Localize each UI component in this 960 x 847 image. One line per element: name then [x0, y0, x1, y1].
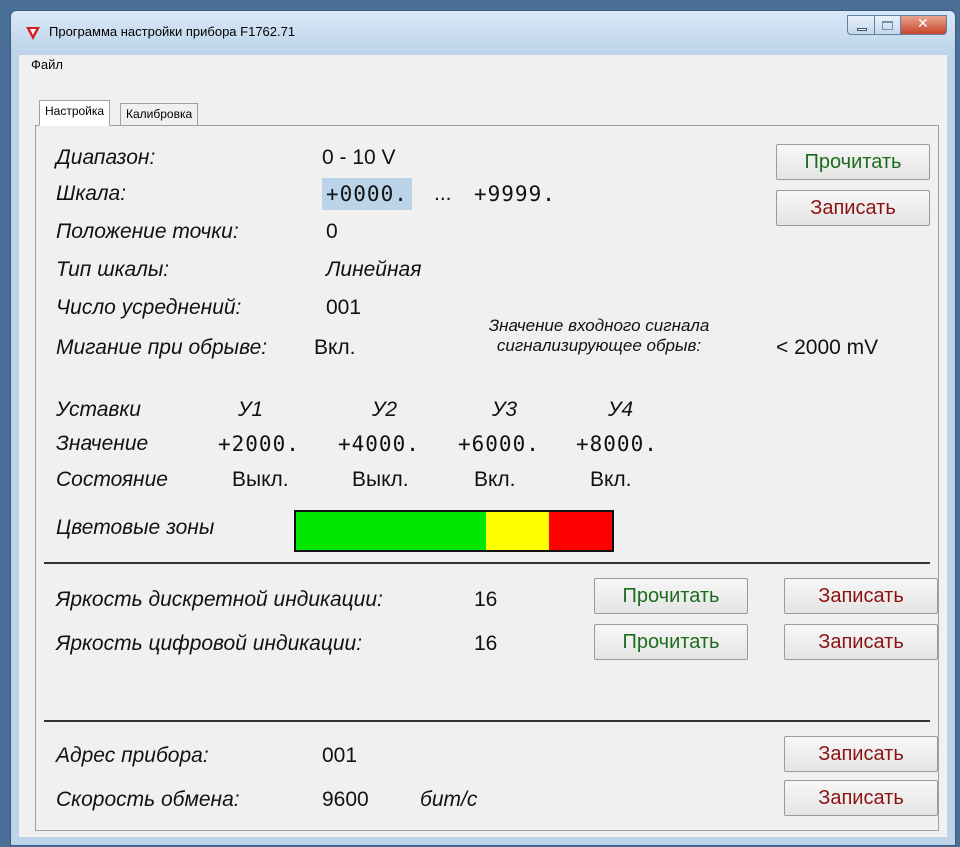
write-discrete-brightness-button[interactable]: Записать	[784, 578, 938, 614]
color-zones-bar[interactable]	[294, 510, 614, 552]
client-area: Файл Настройка Калибровка Диапазон: 0 - …	[19, 55, 947, 837]
maximize-icon	[882, 21, 893, 30]
divider	[44, 720, 930, 722]
range-value: 0 - 10 V	[322, 146, 396, 169]
color-zone-1	[296, 512, 486, 550]
title-bar[interactable]: Программа настройки прибора F1762.71 ✕	[11, 11, 955, 55]
scale-type-label: Тип шкалы:	[56, 258, 170, 281]
setpoint-name: У1	[238, 398, 264, 421]
blink-value[interactable]: Вкл.	[314, 336, 356, 360]
setpoint-value[interactable]: +2000.	[218, 432, 300, 456]
baud-rate-label: Скорость обмена:	[56, 788, 240, 811]
break-signal-value[interactable]: < 2000 mV	[776, 336, 878, 360]
divider	[44, 562, 930, 564]
setpoint-state[interactable]: Вкл.	[590, 468, 632, 492]
app-logo-icon	[26, 27, 40, 40]
device-address-value[interactable]: 001	[322, 744, 357, 768]
averaging-label: Число усреднений:	[56, 296, 242, 319]
write-baud-rate-button[interactable]: Записать	[784, 780, 938, 816]
color-zones-label: Цветовые зоны	[56, 516, 215, 539]
close-icon: ✕	[917, 16, 929, 32]
setpoint-value-label: Значение	[56, 432, 149, 455]
write-settings-button[interactable]: Записать	[776, 190, 930, 226]
baud-rate-value[interactable]: 9600	[322, 788, 369, 812]
scale-to-input[interactable]: +9999.	[474, 182, 556, 206]
read-digital-brightness-button[interactable]: Прочитать	[594, 624, 748, 660]
write-digital-brightness-button[interactable]: Записать	[784, 624, 938, 660]
close-button[interactable]: ✕	[901, 15, 947, 35]
setpoint-name: У4	[608, 398, 634, 421]
discrete-brightness-label: Яркость дискретной индикации:	[56, 588, 383, 611]
color-zone-2	[485, 512, 549, 550]
device-address-label: Адрес прибора:	[56, 744, 209, 767]
setpoint-value[interactable]: +8000.	[576, 432, 658, 456]
menu-file[interactable]: Файл	[31, 57, 63, 72]
setpoint-state[interactable]: Выкл.	[352, 468, 409, 492]
scale-separator: ...	[434, 182, 452, 205]
range-label: Диапазон:	[56, 146, 156, 169]
setpoint-state[interactable]: Вкл.	[474, 468, 516, 492]
window-title: Программа настройки прибора F1762.71	[49, 24, 296, 39]
setpoint-state-label: Состояние	[56, 468, 168, 491]
point-value[interactable]: 0	[326, 220, 338, 244]
digital-brightness-value[interactable]: 16	[474, 632, 497, 656]
read-settings-button[interactable]: Прочитать	[776, 144, 930, 180]
break-signal-label-line1: Значение входного сигнала	[488, 316, 710, 335]
tab-calibration[interactable]: Калибровка	[120, 103, 199, 125]
setpoint-state[interactable]: Выкл.	[232, 468, 289, 492]
setpoints-label: Уставки	[56, 398, 141, 421]
setpoint-name: У2	[372, 398, 398, 421]
menu-bar: Файл	[19, 55, 947, 75]
averaging-value[interactable]: 001	[326, 296, 361, 320]
read-discrete-brightness-button[interactable]: Прочитать	[594, 578, 748, 614]
color-zone-3	[548, 512, 612, 550]
app-window: Программа настройки прибора F1762.71 ✕ Ф…	[10, 10, 956, 846]
settings-panel: Диапазон: 0 - 10 V Шкала: +0000. ... +99…	[35, 125, 939, 831]
blink-label: Мигание при обрыве:	[56, 336, 268, 359]
maximize-button[interactable]	[875, 15, 901, 35]
baud-rate-unit: бит/с	[420, 788, 478, 811]
scale-label: Шкала:	[56, 182, 127, 205]
tab-settings[interactable]: Настройка	[39, 100, 111, 126]
setpoint-value[interactable]: +4000.	[338, 432, 420, 456]
scale-from-input[interactable]: +0000.	[322, 178, 412, 210]
setpoint-value[interactable]: +6000.	[458, 432, 540, 456]
minimize-icon	[857, 28, 867, 31]
point-label: Положение точки:	[56, 220, 239, 243]
break-signal-label-line2: сигнализирующее обрыв:	[496, 336, 702, 355]
write-address-button[interactable]: Записать	[784, 736, 938, 772]
discrete-brightness-value[interactable]: 16	[474, 588, 497, 612]
scale-type-value[interactable]: Линейная	[326, 258, 421, 282]
digital-brightness-label: Яркость цифровой индикации:	[56, 632, 363, 655]
minimize-button[interactable]	[847, 15, 875, 35]
setpoint-name: У3	[492, 398, 518, 421]
